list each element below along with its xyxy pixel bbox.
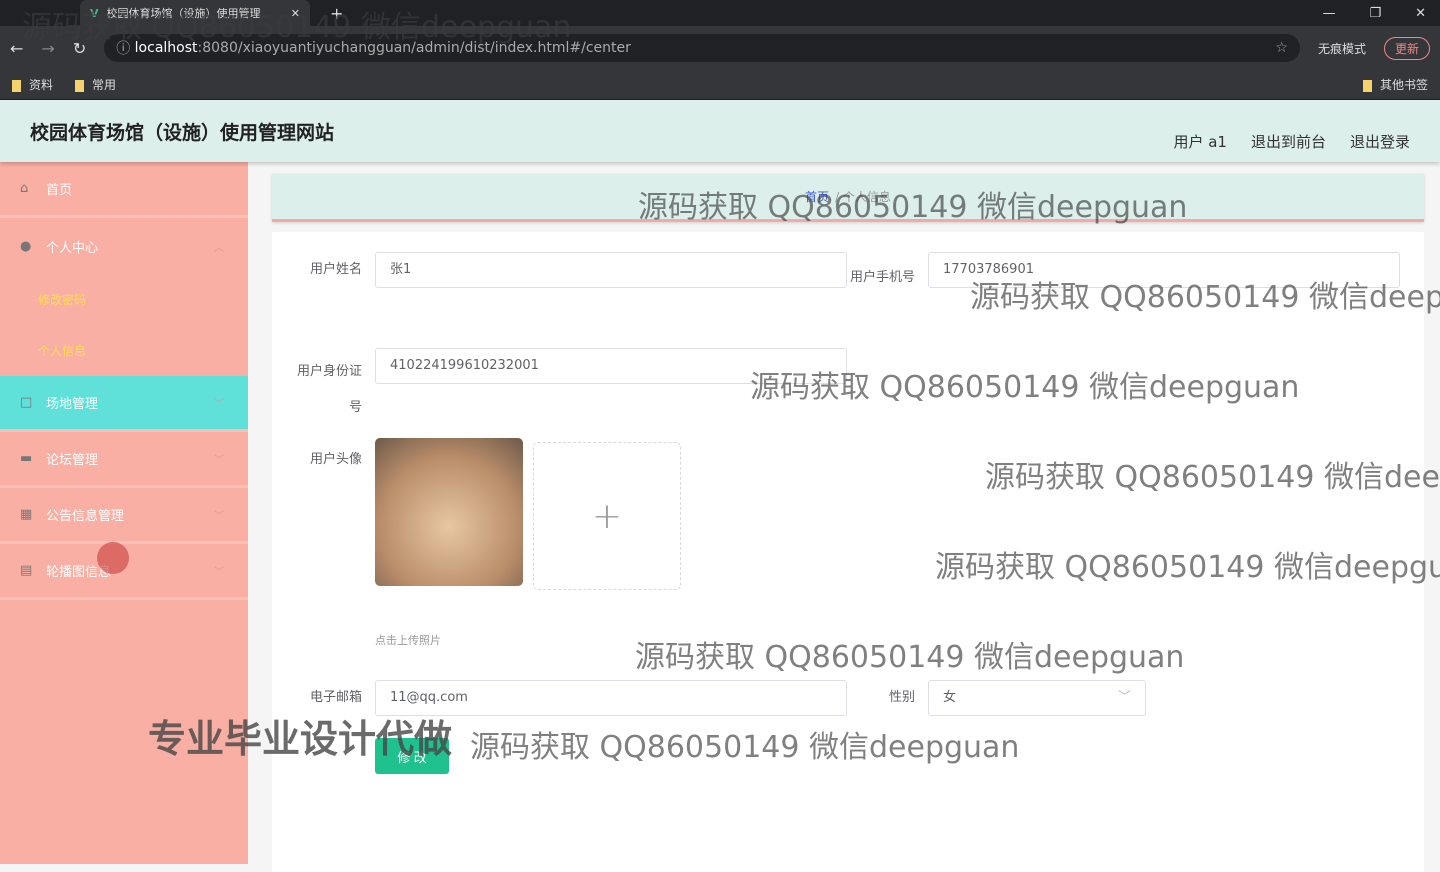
update-button[interactable]: 更新 xyxy=(1383,36,1430,60)
restore-icon[interactable]: ❐ xyxy=(1369,6,1381,21)
back-icon[interactable]: ← xyxy=(10,39,23,58)
avatar-label: 用户头像 xyxy=(309,452,362,467)
incognito-label: 无痕模式 xyxy=(1317,41,1366,56)
site-title: 校园体育场馆（设施）使用管理网站 xyxy=(30,121,335,144)
avatar-image[interactable] xyxy=(375,438,523,586)
breadcrumb-home[interactable]: 首页 xyxy=(805,188,829,205)
url-input[interactable]: ⓘ localhost:8080/xiaoyuantiyuchangguan/a… xyxy=(104,34,1300,62)
gender-label: 性别 xyxy=(888,690,915,705)
sidebar-item-notice[interactable]: ▦ 公告信息管理 ﹀ xyxy=(0,488,248,544)
sidebar-item-personal-center[interactable]: ● 个人中心 ︿ xyxy=(0,218,248,274)
email-label: 电子邮箱 xyxy=(309,690,362,705)
gender-select[interactable]: 女 ﹀ xyxy=(928,680,1146,716)
upload-plus-button[interactable]: + xyxy=(533,442,681,590)
other-bookmarks[interactable]: 其他书签 xyxy=(1363,76,1428,93)
site-header: 校园体育场馆（设施）使用管理网站 用户 a1 退出到前台 退出登录 xyxy=(0,100,1440,162)
reload-icon[interactable]: ↻ xyxy=(73,39,86,58)
sidebar-item-home[interactable]: ⌂ 首页 xyxy=(0,162,248,218)
name-label: 用户姓名 xyxy=(309,262,362,277)
main-content: 首页 / 个人信息 用户姓名 张1 用户手机号 17703786901 用户身份证… xyxy=(272,174,1424,872)
email-input[interactable]: 11@qq.com xyxy=(375,680,847,716)
chevron-down-icon: ﹀ xyxy=(214,399,224,410)
minimize-icon[interactable]: — xyxy=(1322,6,1335,21)
home-icon: ⌂ xyxy=(20,181,29,196)
sidebar: ⌂ 首页 ● 个人中心 ︿ 修改密码 个人信息 □ 场地管理 ﹀ ▬ 论坛管理 ﹀ ▦ 公告信息… xyxy=(0,162,248,864)
to-front-link[interactable]: 退出到前台 xyxy=(1251,131,1326,152)
bookmarks-bar: 资料 常用 其他书签 xyxy=(0,70,1440,100)
phone-label: 用户手机号 xyxy=(849,270,915,285)
forward-icon[interactable]: → xyxy=(41,39,54,58)
id-number-input[interactable]: 410224199610232001 xyxy=(375,348,847,384)
new-tab-icon[interactable]: + xyxy=(330,4,343,23)
name-input[interactable]: 张1 xyxy=(375,252,847,288)
close-tab-icon[interactable]: ✕ xyxy=(291,7,300,20)
cursor-indicator xyxy=(97,542,129,574)
profile-form: 用户姓名 张1 用户手机号 17703786901 用户身份证号 4102241… xyxy=(272,232,1424,872)
close-window-icon[interactable]: ✕ xyxy=(1415,6,1426,21)
star-icon[interactable]: ☆ xyxy=(1275,40,1288,56)
breadcrumb: 首页 / 个人信息 xyxy=(272,174,1424,222)
user-label: 用户 a1 xyxy=(1173,132,1227,151)
chevron-up-icon: ︿ xyxy=(214,242,224,254)
vue-icon: V xyxy=(90,6,99,20)
browser-tab[interactable]: V 校园体育场馆（设施）使用管理 ✕ xyxy=(80,0,310,26)
sidebar-item-venue[interactable]: □ 场地管理 ﹀ xyxy=(0,376,248,432)
phone-input[interactable]: 17703786901 xyxy=(928,252,1400,288)
sidebar-sub-profile[interactable]: 个人信息 xyxy=(0,325,248,376)
bookmark[interactable]: 常用 xyxy=(75,76,116,93)
logout-link[interactable]: 退出登录 xyxy=(1350,131,1410,152)
address-bar-row: ← → ↻ ⓘ localhost:8080/xiaoyuantiyuchanggu… xyxy=(0,26,1440,70)
submit-button[interactable]: 修 改 xyxy=(375,738,449,774)
sidebar-sub-password[interactable]: 修改密码 xyxy=(0,274,248,325)
breadcrumb-current: 个人信息 xyxy=(842,190,891,204)
chevron-down-icon: ﹀ xyxy=(214,511,224,522)
chevron-down-icon: ﹀ xyxy=(214,455,224,466)
sidebar-item-forum[interactable]: ▬ 论坛管理 ﹀ xyxy=(0,432,248,488)
user-icon: ● xyxy=(20,238,32,254)
square-icon: □ xyxy=(20,395,33,410)
briefcase-icon: ▬ xyxy=(20,451,33,466)
upload-hint: 点击上传照片 xyxy=(375,634,441,647)
chevron-down-icon: ﹀ xyxy=(1117,690,1131,705)
browser-tabbar: V 校园体育场馆（设施）使用管理 ✕ + — ❐ ✕ xyxy=(0,0,1440,26)
id-label: 用户身份证号 xyxy=(296,364,362,415)
grid-icon: ▦ xyxy=(20,507,33,522)
clipboard-icon: ▤ xyxy=(20,563,33,578)
chevron-down-icon: ﹀ xyxy=(214,567,224,578)
bookmark[interactable]: 资料 xyxy=(12,76,53,93)
